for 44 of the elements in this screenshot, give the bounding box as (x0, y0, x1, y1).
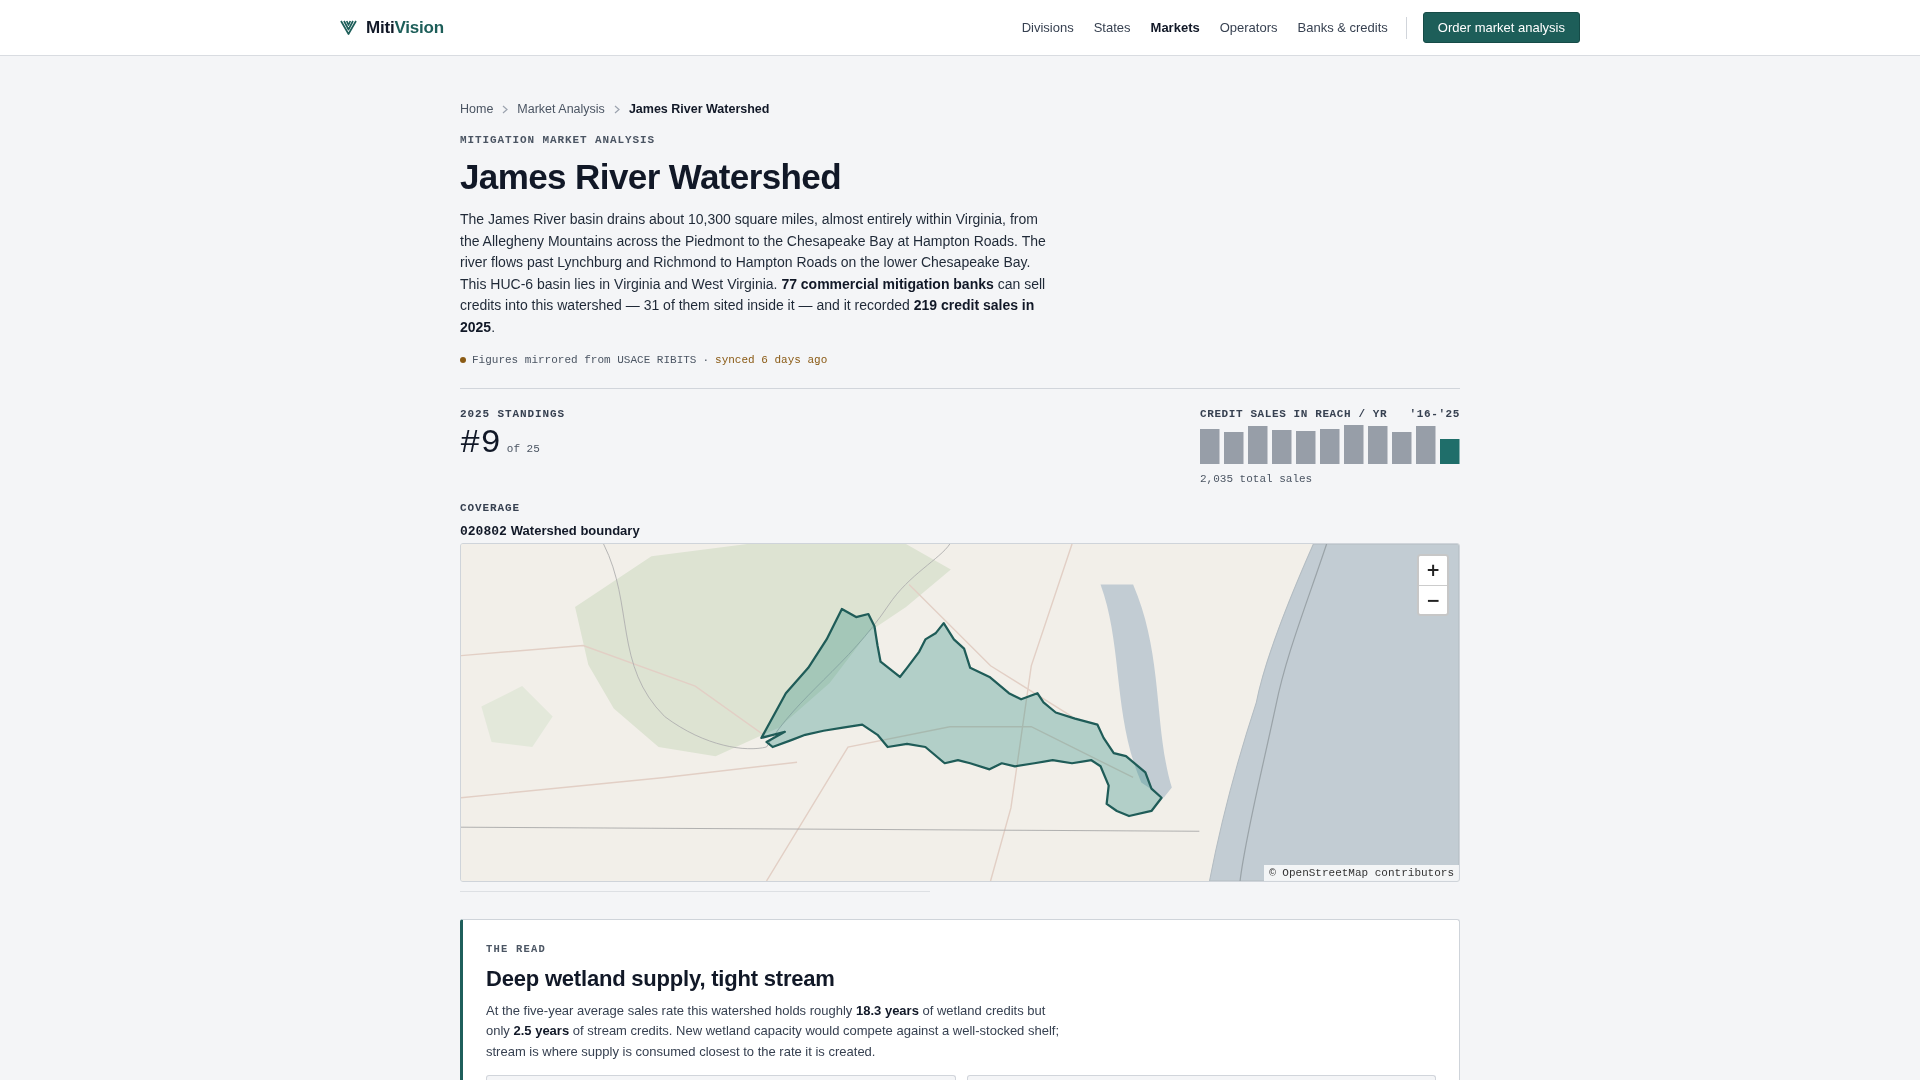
sales-bar (1344, 424, 1364, 464)
breadcrumb-link[interactable]: Home (460, 101, 494, 117)
summary-text: The James River basin drains about 10,300 square miles, almost entirely within Virginia, from the Allegheny Mountains across the Piedmont to the Chesapeake Bay at Hampton Roads. The river flows past Lynchburg and Richmond to Hampton Roads on the lower Chesapeake Bay. This HUC-6 basin lies in Virginia and West Virginia. 77 commercial mitigation banks can sell credits into this watershed — 31 of them sited inside it — and it recorded 219 credit sales in 2025. (460, 210, 1047, 337)
coverage-title: 020802 Watershed boundary (460, 522, 641, 540)
sales-bar (1248, 425, 1268, 464)
standings-label: 2025 STANDINGS (460, 406, 565, 421)
breadcrumb-link[interactable]: Market Analysis (517, 101, 605, 117)
chart-title: CREDIT SALES IN REACH / YR (1200, 406, 1388, 421)
sales-bar (1272, 429, 1292, 464)
source-text: Figures mirrored from USACE RIBITS (472, 352, 697, 367)
nav-link[interactable]: Banks & credits (1297, 20, 1388, 35)
chart-total: 2,035 total sales (1200, 471, 1314, 486)
chevron-right-icon (502, 104, 509, 114)
sales-bar (1224, 431, 1244, 464)
nav-link[interactable]: States (1093, 20, 1131, 35)
zoom-out-button[interactable]: − (1419, 584, 1447, 614)
card-eyebrow: THE READ (486, 941, 547, 956)
sales-bar (1296, 430, 1316, 464)
rank-value: #9 (460, 423, 501, 462)
order-button[interactable]: Order market analysis (1422, 12, 1580, 43)
sales-bar (1320, 428, 1340, 464)
sales-bar (1392, 431, 1412, 464)
card-text: At the five-year average sales rate this watershed holds roughly 18.3 years of wetland credits but only 2.5 years of stream credits. New wetland capacity would compete against a well-stocked shelf; stream is where supply is consumed closest to the rate it is created. (486, 1001, 1061, 1061)
chevron-right-icon (613, 104, 620, 114)
nav-link[interactable]: Markets (1150, 20, 1200, 35)
logo-icon (340, 20, 357, 35)
rank-total: of 25 (506, 442, 540, 455)
brand-link[interactable]: MitiVision (340, 17, 444, 38)
nav-link[interactable]: Operators (1219, 20, 1278, 35)
status-dot-icon (460, 356, 466, 363)
breadcrumb-current: James River Watershed (628, 101, 770, 117)
page-title: James River Watershed (460, 156, 842, 198)
eyebrow-label: MITIGATION MARKET ANALYSIS (460, 133, 657, 147)
coverage-label: COVERAGE (460, 500, 521, 515)
sales-bar (1440, 438, 1460, 464)
sales-bar (1200, 428, 1220, 464)
separator-text: · (702, 352, 710, 367)
sync-status: synced 6 days ago (715, 352, 828, 367)
sales-bar (1416, 425, 1436, 464)
chart-range: '16-'25 (1409, 406, 1460, 421)
sales-bar (1368, 425, 1388, 464)
map-view[interactable]: + − © OpenStreetMap contributors (460, 542, 1460, 882)
nav-link[interactable]: Divisions (1021, 20, 1074, 35)
card-title: Deep wetland supply, tight stream (486, 964, 836, 993)
